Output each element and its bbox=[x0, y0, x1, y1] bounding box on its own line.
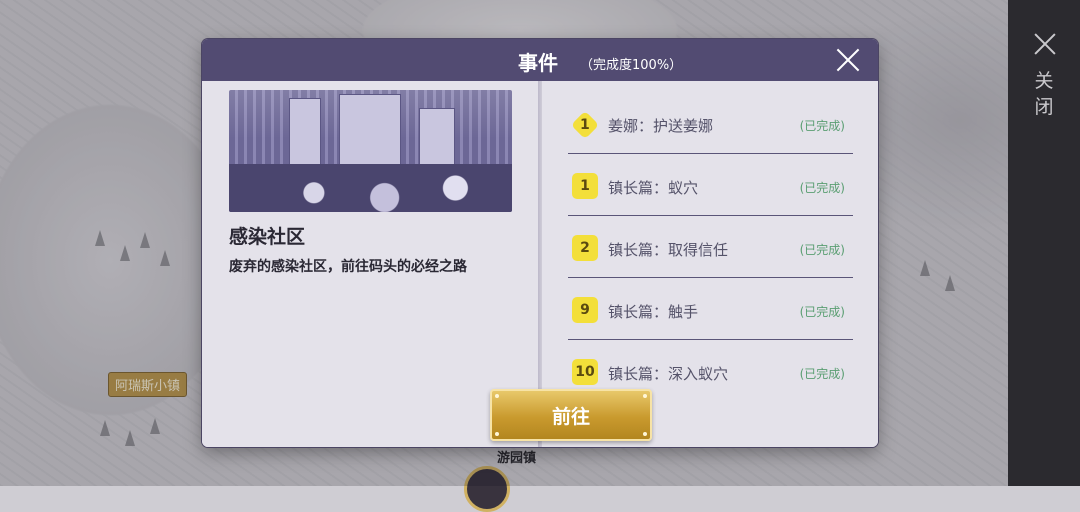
task-badge-number: 1 bbox=[580, 117, 590, 133]
event-name: 感染社区 bbox=[229, 226, 306, 248]
task-status: (已完成) bbox=[799, 181, 845, 195]
tree-icon bbox=[150, 418, 160, 434]
event-description: 废弃的感染社区，前往码头的必经之路 bbox=[229, 259, 467, 275]
dialog-title: 事件 bbox=[518, 51, 558, 75]
tree-icon bbox=[100, 420, 110, 436]
button-corner-rivet bbox=[495, 432, 499, 436]
button-corner-rivet bbox=[643, 432, 647, 436]
rubble-shape bbox=[229, 164, 512, 212]
event-detail-pane: 感染社区 废弃的感染社区，前往码头的必经之路 bbox=[202, 81, 538, 447]
event-dialog: 事件 （完成度100%） 感染社区 废弃的感染社区，前往码头的必经之路 1 姜娜… bbox=[202, 39, 878, 447]
player-marker-icon[interactable] bbox=[464, 466, 510, 512]
task-name: 镇长篇：深入蚁穴 bbox=[608, 365, 729, 383]
task-status: (已完成) bbox=[799, 305, 845, 319]
tree-icon bbox=[95, 230, 105, 246]
event-illustration bbox=[229, 90, 512, 212]
town-marker-label[interactable]: 阿瑞斯小镇 bbox=[108, 372, 188, 397]
go-button-label: 前往 bbox=[551, 405, 590, 428]
puzzle-piece-icon: 9 bbox=[572, 297, 598, 323]
puzzle-piece-icon: 2 bbox=[572, 235, 598, 261]
tree-icon bbox=[125, 430, 135, 446]
puzzle-piece-icon: 10 bbox=[572, 359, 598, 385]
task-item[interactable]: 1 镇长篇：蚁穴 (已完成) bbox=[568, 153, 853, 216]
close-x-icon[interactable] bbox=[1033, 32, 1057, 56]
tree-icon bbox=[920, 260, 930, 276]
task-badge-number: 9 bbox=[580, 302, 590, 318]
task-name: 姜娜：护送姜娜 bbox=[608, 117, 714, 135]
tree-icon bbox=[120, 245, 130, 261]
tree-icon bbox=[945, 275, 955, 291]
task-badge-number: 2 bbox=[580, 240, 590, 256]
task-name: 镇长篇：取得信任 bbox=[608, 241, 729, 259]
task-status: (已完成) bbox=[799, 119, 845, 133]
button-corner-rivet bbox=[495, 394, 499, 398]
task-item[interactable]: 2 镇长篇：取得信任 (已完成) bbox=[568, 215, 853, 278]
quest-diamond-icon: 1 bbox=[570, 110, 600, 140]
task-name: 镇长篇：触手 bbox=[608, 303, 699, 321]
task-status: (已完成) bbox=[799, 367, 845, 381]
tree-icon bbox=[160, 250, 170, 266]
puzzle-piece-icon: 1 bbox=[572, 173, 598, 199]
task-item[interactable]: 9 镇长篇：触手 (已完成) bbox=[568, 277, 853, 340]
building-shape bbox=[289, 98, 321, 170]
side-close-label[interactable]: 关闭 bbox=[1032, 68, 1056, 120]
task-badge-number: 10 bbox=[575, 364, 595, 380]
building-shape bbox=[339, 94, 401, 168]
task-name: 镇长篇：蚁穴 bbox=[608, 179, 699, 197]
task-badge-number: 1 bbox=[580, 178, 590, 194]
side-close-panel[interactable]: 关闭 bbox=[1008, 0, 1080, 486]
go-button[interactable]: 前往 bbox=[490, 389, 652, 441]
task-item[interactable]: 1 姜娜：护送姜娜 (已完成) bbox=[568, 91, 853, 154]
close-x-icon[interactable] bbox=[836, 48, 860, 72]
task-status: (已完成) bbox=[799, 243, 845, 257]
completion-progress: （完成度100%） bbox=[580, 58, 683, 73]
building-shape bbox=[419, 108, 455, 168]
tree-icon bbox=[140, 232, 150, 248]
location-label[interactable]: 游园镇 bbox=[497, 447, 536, 466]
button-corner-rivet bbox=[643, 394, 647, 398]
dialog-header: 事件 （完成度100%） bbox=[202, 39, 878, 81]
